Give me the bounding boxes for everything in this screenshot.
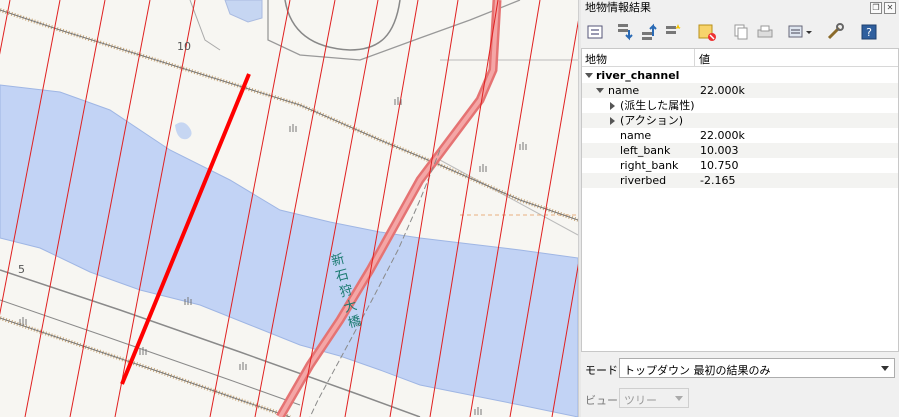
derived-label: (派生した属性) xyxy=(620,99,695,112)
float-panel-icon[interactable]: ❐ xyxy=(870,2,882,14)
attribute-value: -2.165 xyxy=(700,174,736,187)
print-icon[interactable] xyxy=(755,22,775,42)
help-icon[interactable]: ? xyxy=(859,22,879,42)
collapse-all-icon[interactable] xyxy=(639,22,659,42)
attribute-value: 10.750 xyxy=(700,159,739,172)
attribute-key: name xyxy=(620,129,652,142)
column-feature[interactable]: 地物 xyxy=(585,51,607,67)
view-select[interactable]: ツリー xyxy=(619,388,689,408)
feature-value: 22.000k xyxy=(700,84,745,97)
column-value[interactable]: 値 xyxy=(699,51,710,67)
actions-label: (アクション) xyxy=(620,114,684,127)
layer-name: river_channel xyxy=(596,69,680,82)
identify-results-panel: 地物情報結果 ❐ ✕ ? 地物 値 river_channel name 22.… xyxy=(581,0,899,417)
chevron-right-icon[interactable] xyxy=(610,117,615,125)
identify-settings-icon[interactable] xyxy=(787,22,815,42)
attribute-key: riverbed xyxy=(620,174,667,187)
panel-title: 地物情報結果 xyxy=(585,1,651,14)
mode-select[interactable]: トップダウン 最初の結果のみ xyxy=(619,358,895,378)
attribute-value: 10.003 xyxy=(700,144,739,157)
results-tree[interactable]: 地物 値 river_channel name 22.000k (派生した属性)… xyxy=(581,48,899,352)
view-label: ビュー xyxy=(585,394,618,407)
attribute-row[interactable]: name 22.000k xyxy=(582,128,898,143)
feature-row[interactable]: name 22.000k xyxy=(582,83,898,98)
attribute-row[interactable]: right_bank 10.750 xyxy=(582,158,898,173)
wrench-icon[interactable] xyxy=(825,22,845,42)
derived-row[interactable]: (派生した属性) xyxy=(582,98,898,113)
contour-label-5: 5 xyxy=(18,263,25,276)
attribute-key: left_bank xyxy=(620,144,671,157)
chevron-down-icon[interactable] xyxy=(596,88,604,93)
tree-header: 地物 値 xyxy=(582,49,898,67)
contour-label-10: 10 xyxy=(177,40,191,53)
chevron-right-icon[interactable] xyxy=(610,102,615,110)
svg-text:?: ? xyxy=(866,26,872,39)
attribute-row[interactable]: riverbed -2.165 xyxy=(582,173,898,188)
expand-new-icon[interactable] xyxy=(663,22,683,42)
mode-value: トップダウン 最初の結果のみ xyxy=(624,364,771,377)
chevron-down-icon[interactable] xyxy=(585,73,593,78)
expand-tree-icon[interactable] xyxy=(585,22,605,42)
copy-icon[interactable] xyxy=(731,22,751,42)
attribute-row[interactable]: left_bank 10.003 xyxy=(582,143,898,158)
view-value: ツリー xyxy=(624,394,657,407)
attribute-key: right_bank xyxy=(620,159,679,172)
identify-toolbar: ? xyxy=(581,18,899,46)
layer-row[interactable]: river_channel xyxy=(582,68,898,83)
deselect-icon[interactable] xyxy=(697,22,717,42)
chevron-down-icon xyxy=(881,366,889,371)
feature-key: name xyxy=(608,84,640,97)
actions-row[interactable]: (アクション) xyxy=(582,113,898,128)
expand-all-icon[interactable] xyxy=(615,22,635,42)
chevron-down-icon xyxy=(675,396,683,401)
close-panel-icon[interactable]: ✕ xyxy=(884,2,896,14)
map-layers xyxy=(0,0,578,417)
mode-label: モード xyxy=(585,364,618,377)
attribute-value: 22.000k xyxy=(700,129,745,142)
map-canvas[interactable]: 10 5 新石狩大橋 xyxy=(0,0,578,417)
